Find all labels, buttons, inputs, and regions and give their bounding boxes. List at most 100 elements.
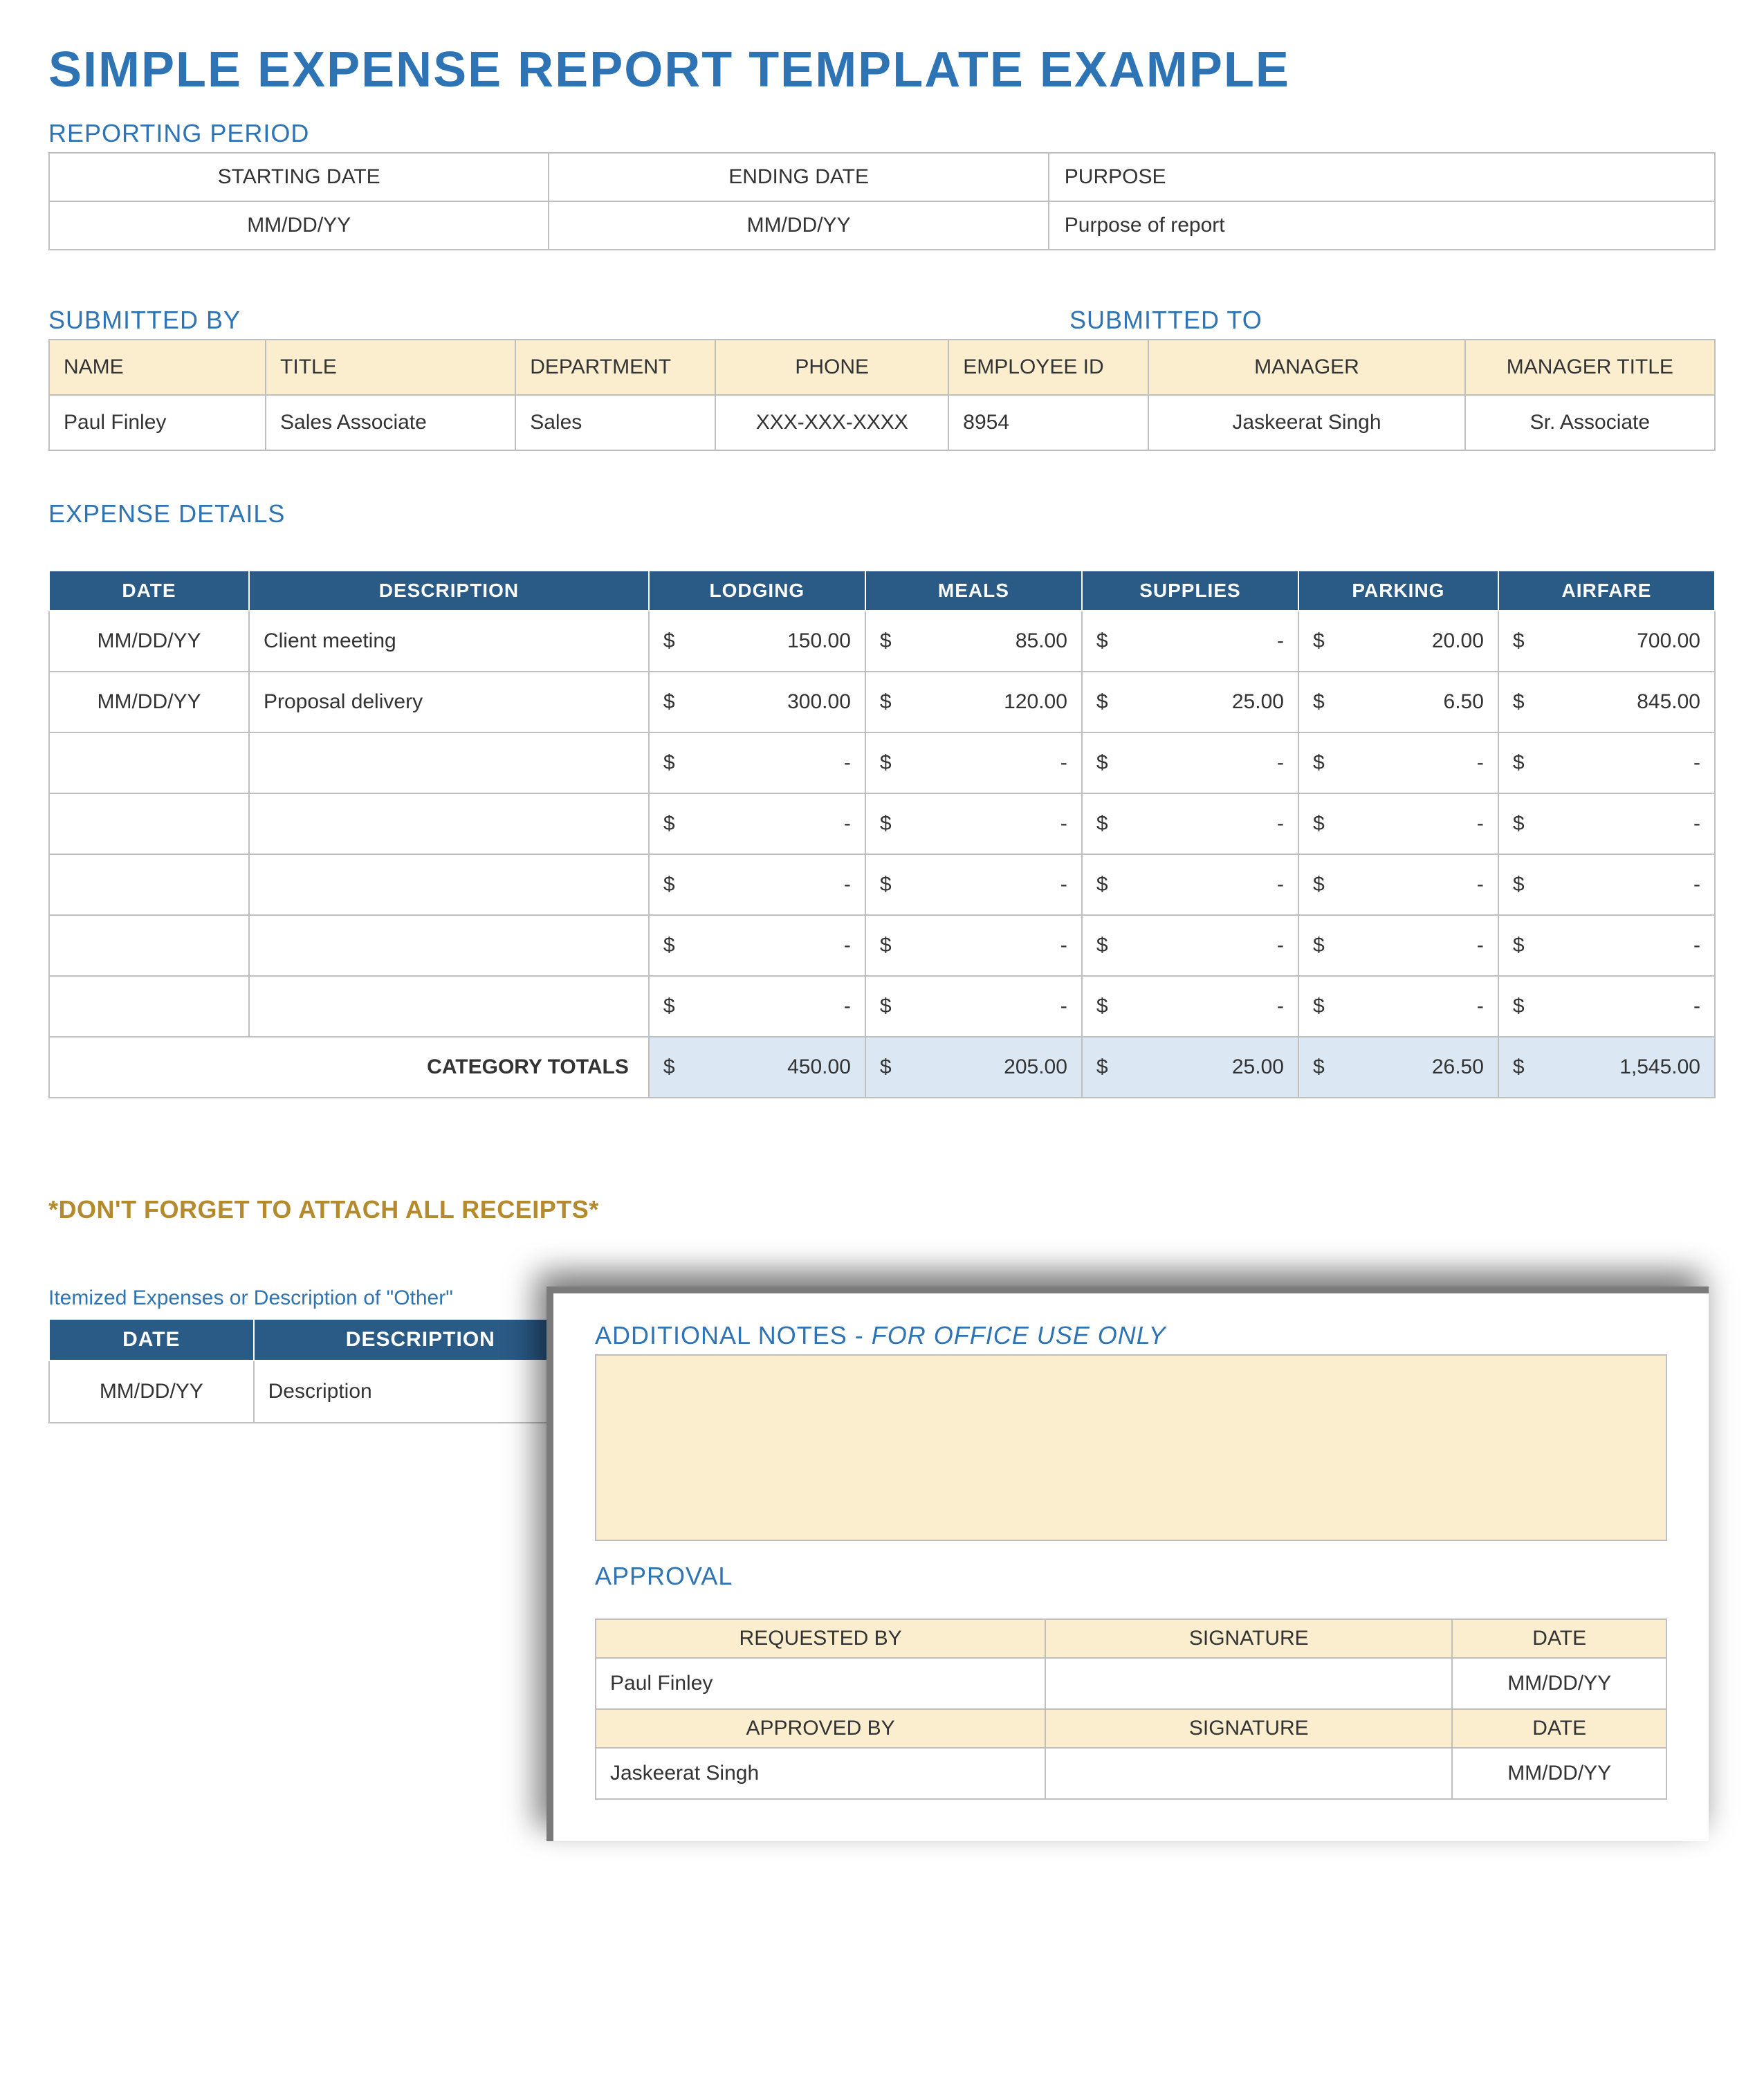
cell-lodging[interactable]: $-: [649, 915, 865, 976]
col-supplies: SUPPLIES: [1082, 571, 1298, 611]
cell-airfare[interactable]: $700.00: [1498, 611, 1715, 672]
cell-desc[interactable]: [249, 976, 649, 1037]
cell-supplies[interactable]: $-: [1082, 793, 1298, 854]
val-empid[interactable]: 8954: [948, 395, 1148, 450]
val-requested-by[interactable]: Paul Finley: [596, 1658, 1045, 1709]
val-mgrtitle[interactable]: Sr. Associate: [1465, 395, 1715, 450]
cell-parking[interactable]: $6.50: [1298, 672, 1498, 732]
cell-supplies[interactable]: $25.00: [1082, 672, 1298, 732]
cell-meals[interactable]: $-: [865, 854, 1082, 915]
cell-parking[interactable]: $20.00: [1298, 611, 1498, 672]
col-approved-by: APPROVED BY: [596, 1709, 1045, 1748]
val-manager[interactable]: Jaskeerat Singh: [1148, 395, 1465, 450]
cell-supplies[interactable]: $-: [1082, 854, 1298, 915]
total-meals: $205.00: [865, 1037, 1082, 1098]
total-airfare: $1,545.00: [1498, 1037, 1715, 1098]
cell-lodging[interactable]: $-: [649, 976, 865, 1037]
submitted-by-label: SUBMITTED BY: [48, 306, 1049, 335]
col-signature: SIGNATURE: [1045, 1619, 1452, 1658]
cell-parking[interactable]: $-: [1298, 976, 1498, 1037]
col-name: NAME: [49, 340, 266, 395]
cell-date[interactable]: [49, 732, 249, 793]
cell-airfare[interactable]: $-: [1498, 732, 1715, 793]
cell-parking[interactable]: $-: [1298, 732, 1498, 793]
val-dept[interactable]: Sales: [515, 395, 715, 450]
expense-row: MM/DD/YYClient meeting$150.00$85.00$-$20…: [49, 611, 1715, 672]
val-req-date[interactable]: MM/DD/YY: [1452, 1658, 1666, 1709]
val-phone[interactable]: XXX-XXX-XXXX: [715, 395, 948, 450]
cell-desc[interactable]: [249, 732, 649, 793]
col-phone: PHONE: [715, 340, 948, 395]
cell-meals[interactable]: $-: [865, 976, 1082, 1037]
itemized-table: DATE DESCRIPTION MM/DD/YY Description: [48, 1318, 588, 1423]
cell-parking[interactable]: $-: [1298, 793, 1498, 854]
cell-supplies[interactable]: $-: [1082, 611, 1298, 672]
reporting-period-label: REPORTING PERIOD: [48, 119, 1716, 148]
cell-supplies[interactable]: $-: [1082, 732, 1298, 793]
val-purpose[interactable]: Purpose of report: [1049, 201, 1715, 250]
col-mgrtitle: MANAGER TITLE: [1465, 340, 1715, 395]
cell-lodging[interactable]: $-: [649, 793, 865, 854]
cell-lodging[interactable]: $-: [649, 854, 865, 915]
val-app-signature[interactable]: [1045, 1748, 1452, 1799]
col-purpose: PURPOSE: [1049, 153, 1715, 201]
total-supplies: $25.00: [1082, 1037, 1298, 1098]
cell-parking[interactable]: $-: [1298, 915, 1498, 976]
cell-desc[interactable]: Proposal delivery: [249, 672, 649, 732]
val-req-signature[interactable]: [1045, 1658, 1452, 1709]
cell-meals[interactable]: $-: [865, 793, 1082, 854]
val-title[interactable]: Sales Associate: [266, 395, 515, 450]
cell-meals[interactable]: $-: [865, 915, 1082, 976]
total-parking: $26.50: [1298, 1037, 1498, 1098]
cell-desc[interactable]: [249, 854, 649, 915]
col-date: DATE: [1452, 1619, 1666, 1658]
cell-desc[interactable]: [249, 793, 649, 854]
val-app-date[interactable]: MM/DD/YY: [1452, 1748, 1666, 1799]
cell-date[interactable]: [49, 915, 249, 976]
cell-parking[interactable]: $-: [1298, 854, 1498, 915]
cell-date[interactable]: [49, 976, 249, 1037]
cell-lodging[interactable]: $150.00: [649, 611, 865, 672]
col-signature2: SIGNATURE: [1045, 1709, 1452, 1748]
attach-receipts-note: *DON'T FORGET TO ATTACH ALL RECEIPTS*: [48, 1195, 1716, 1224]
totals-label: CATEGORY TOTALS: [49, 1037, 649, 1098]
expense-row: $-$-$-$-$-: [49, 793, 1715, 854]
col-desc: DESCRIPTION: [249, 571, 649, 611]
cell-date[interactable]: MM/DD/YY: [49, 672, 249, 732]
val-end-date[interactable]: MM/DD/YY: [549, 201, 1048, 250]
expense-details-label: EXPENSE DETAILS: [48, 499, 1716, 528]
cell-desc[interactable]: [249, 915, 649, 976]
cell-desc[interactable]: Client meeting: [249, 611, 649, 672]
col-lodging: LODGING: [649, 571, 865, 611]
val-item-date[interactable]: MM/DD/YY: [49, 1361, 254, 1423]
cell-meals[interactable]: $85.00: [865, 611, 1082, 672]
cell-meals[interactable]: $120.00: [865, 672, 1082, 732]
notes-box[interactable]: [595, 1354, 1667, 1541]
val-start-date[interactable]: MM/DD/YY: [49, 201, 549, 250]
cell-lodging[interactable]: $300.00: [649, 672, 865, 732]
val-approved-by[interactable]: Jaskeerat Singh: [596, 1748, 1045, 1799]
col-meals: MEALS: [865, 571, 1082, 611]
cell-date[interactable]: MM/DD/YY: [49, 611, 249, 672]
cell-supplies[interactable]: $-: [1082, 976, 1298, 1037]
cell-date[interactable]: [49, 854, 249, 915]
col-dept: DEPARTMENT: [515, 340, 715, 395]
cell-airfare[interactable]: $-: [1498, 976, 1715, 1037]
col-start-date: STARTING DATE: [49, 153, 549, 201]
reporting-period-table: STARTING DATE ENDING DATE PURPOSE MM/DD/…: [48, 152, 1716, 250]
cell-supplies[interactable]: $-: [1082, 915, 1298, 976]
val-name[interactable]: Paul Finley: [49, 395, 266, 450]
cell-lodging[interactable]: $-: [649, 732, 865, 793]
cell-airfare[interactable]: $-: [1498, 915, 1715, 976]
approval-table: REQUESTED BY SIGNATURE DATE Paul Finley …: [595, 1618, 1667, 1800]
cell-airfare[interactable]: $-: [1498, 793, 1715, 854]
expense-row: $-$-$-$-$-: [49, 915, 1715, 976]
cell-date[interactable]: [49, 793, 249, 854]
office-use-overlay: ADDITIONAL NOTES - FOR OFFICE USE ONLY A…: [546, 1286, 1709, 1841]
val-item-desc[interactable]: Description: [254, 1361, 587, 1423]
cell-meals[interactable]: $-: [865, 732, 1082, 793]
col-manager: MANAGER: [1148, 340, 1465, 395]
cell-airfare[interactable]: $-: [1498, 854, 1715, 915]
expense-row: $-$-$-$-$-: [49, 976, 1715, 1037]
cell-airfare[interactable]: $845.00: [1498, 672, 1715, 732]
